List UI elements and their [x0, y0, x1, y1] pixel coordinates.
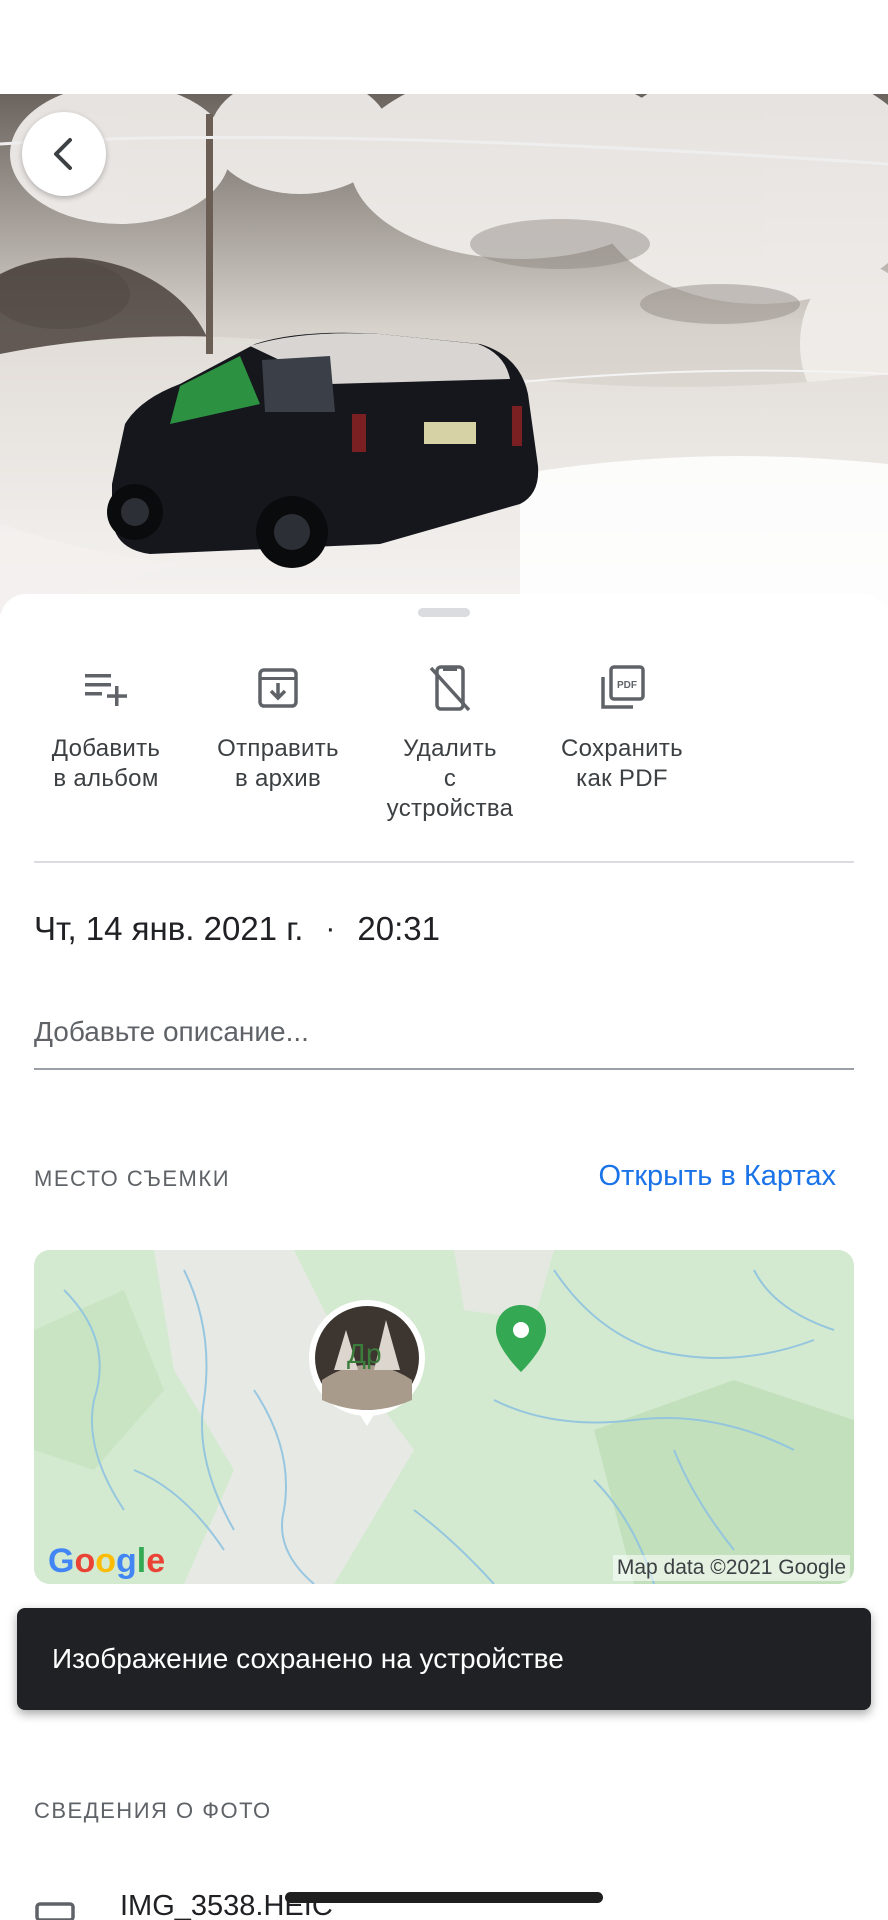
snackbar: Изображение сохранено на устройстве — [17, 1608, 871, 1710]
delete-from-device-label: Удалить с устройства — [386, 735, 514, 822]
delete-from-device-button[interactable]: Удалить с устройства — [364, 664, 536, 824]
archive-label: Отправить в архив — [217, 735, 339, 792]
add-to-album-label: Добавить в альбом — [51, 735, 161, 792]
phone-off-icon — [426, 664, 474, 712]
chevron-left-icon — [54, 138, 72, 170]
location-map[interactable]: Google Др Map data ©2021 Google — [34, 1250, 854, 1584]
datetime-separator: · — [325, 912, 336, 945]
photo-view[interactable] — [0, 94, 888, 614]
open-in-maps-link[interactable]: Открыть в Картах — [598, 1160, 836, 1193]
photo-date: Чт, 14 янв. 2021 г. — [34, 910, 304, 947]
pdf-icon: PDF — [598, 664, 646, 712]
add-to-album-button[interactable]: Добавить в альбом — [20, 664, 192, 824]
back-button[interactable] — [22, 112, 106, 196]
home-indicator[interactable] — [285, 1892, 603, 1903]
snow-car-photo — [0, 94, 888, 614]
snackbar-message: Изображение сохранено на устройстве — [52, 1643, 564, 1674]
photo-datetime[interactable]: Чт, 14 янв. 2021 г. · 20:31 — [34, 910, 440, 948]
info-sheet: Добавить в альбом Отправить в архив Удал… — [0, 594, 888, 1920]
description-input[interactable]: Добавьте описание... — [34, 1014, 854, 1070]
map-attribution: Map data ©2021 Google — [612, 1555, 850, 1581]
image-file-icon — [35, 1902, 75, 1920]
save-as-pdf-label: Сохранить как PDF — [561, 735, 683, 792]
status-bar — [0, 0, 888, 94]
google-logo: Google — [48, 1542, 165, 1580]
actions-row: Добавить в альбом Отправить в архив Удал… — [20, 664, 708, 824]
archive-icon — [254, 664, 302, 712]
photo-details-section-label: СВЕДЕНИЯ О ФОТО — [34, 1798, 272, 1823]
location-section-label: МЕСТО СЪЕМКИ — [34, 1166, 231, 1191]
map-place-label: Др — [347, 1338, 382, 1369]
archive-button[interactable]: Отправить в архив — [192, 664, 364, 824]
divider — [34, 861, 854, 863]
playlist-add-icon — [82, 664, 130, 712]
pdf-icon-text: PDF — [617, 680, 637, 691]
drag-handle[interactable] — [418, 608, 470, 617]
save-as-pdf-button[interactable]: PDF Сохранить как PDF — [536, 664, 708, 824]
file-info-row — [34, 1890, 78, 1920]
photo-time: 20:31 — [357, 910, 440, 947]
map-terrain: Google — [34, 1250, 854, 1584]
